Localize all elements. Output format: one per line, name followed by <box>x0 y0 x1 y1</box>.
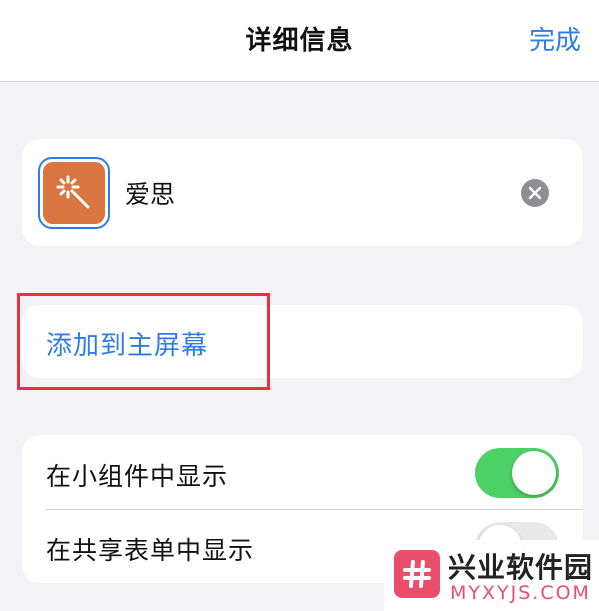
switch-knob <box>512 451 556 495</box>
shortcut-name-card <box>22 139 583 246</box>
watermark-subtitle: MYXYJS.COM <box>450 582 591 604</box>
toggle-label-share-sheet: 在共享表单中显示 <box>46 536 255 565</box>
shortcut-name-input[interactable] <box>125 175 505 211</box>
highlight-annotation-box <box>17 293 270 390</box>
page-title: 详细信息 <box>245 26 354 56</box>
toggle-row-widget: 在小组件中显示 <box>22 435 583 509</box>
toggle-label-widget: 在小组件中显示 <box>46 462 229 491</box>
hash-logo-icon <box>394 550 440 598</box>
magic-wand-icon <box>43 162 105 224</box>
clear-text-button[interactable] <box>521 179 549 207</box>
shortcut-icon-button[interactable] <box>38 157 110 229</box>
close-icon <box>528 186 542 200</box>
watermark-title: 兴业软件园 <box>448 551 594 584</box>
done-button[interactable]: 完成 <box>529 20 581 57</box>
widget-toggle-switch[interactable] <box>475 448 559 498</box>
navigation-bar: 详细信息 完成 <box>0 0 599 82</box>
watermark: 兴业软件园 MYXYJS.COM <box>384 540 599 611</box>
